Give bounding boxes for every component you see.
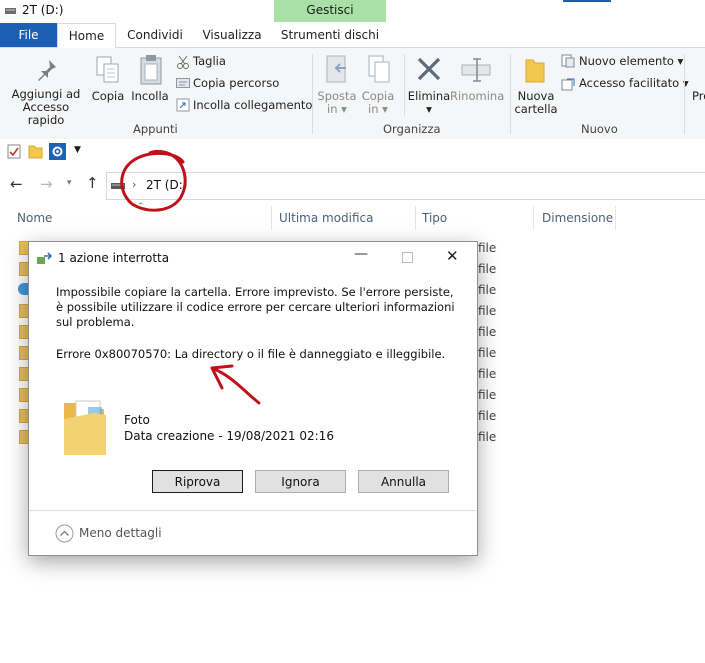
drive-address-icon: [111, 183, 125, 189]
copy-path-button[interactable]: Copia percorso: [193, 77, 279, 90]
properties-button[interactable]: Pro: [692, 90, 705, 103]
row-type: file: [478, 430, 497, 444]
drive-icon: [5, 8, 16, 14]
new-item-icon: [561, 54, 575, 68]
qat-customize-chevron-icon[interactable]: ▼: [74, 145, 81, 155]
ignore-button[interactable]: Ignora: [255, 470, 346, 493]
ribbon-separator: [312, 54, 313, 134]
column-modified[interactable]: Ultima modifica: [279, 211, 374, 225]
move-to-icon: [326, 55, 346, 83]
ribbon-tabs: File Home Condividi Visualizza Strumenti…: [0, 23, 705, 49]
recent-locations-chevron-icon[interactable]: ▾: [67, 178, 72, 188]
row-type: file: [478, 325, 497, 339]
ribbon-separator: [510, 54, 511, 134]
row-type: file: [478, 262, 497, 276]
item-name: Foto: [124, 413, 150, 427]
ribbon: Aggiungi ad Accesso rapido Copia Incolla …: [0, 48, 705, 140]
new-folder-button[interactable]: Nuova cartella: [512, 90, 560, 116]
quick-access-toolbar: ▼: [0, 139, 705, 165]
pin-quick-access-button[interactable]: Aggiungi ad Accesso rapido: [4, 88, 88, 127]
tab-file[interactable]: File: [0, 23, 57, 47]
context-tab-header: Gestisci: [274, 0, 386, 22]
copy-to-icon: [368, 55, 390, 83]
ribbon-separator: [404, 54, 405, 116]
row-type: file: [478, 283, 497, 297]
delete-icon: [417, 57, 441, 81]
gear-icon[interactable]: [49, 143, 66, 160]
sort-chevron-icon: ⌃: [137, 202, 145, 212]
row-type: file: [478, 241, 497, 255]
folder-large-icon: [64, 400, 106, 455]
item-date: Data creazione - 19/08/2021 02:16: [124, 429, 334, 443]
window-title: 2T (D:): [22, 3, 64, 17]
new-folder-icon: [525, 59, 545, 83]
row-type: file: [478, 409, 497, 423]
paste-button[interactable]: Incolla: [128, 90, 172, 103]
column-name[interactable]: Nome: [17, 211, 52, 225]
forward-arrow-icon[interactable]: →: [40, 175, 53, 193]
column-divider: [415, 206, 416, 230]
breadcrumb-chevron-icon[interactable]: ›: [132, 178, 136, 191]
column-divider: [533, 206, 534, 230]
close-icon[interactable]: ✕: [446, 247, 459, 265]
column-headers: Nome ⌃ Ultima modifica Tipo Dimensione: [0, 202, 705, 230]
copy-path-icon: [176, 78, 190, 88]
minimize-icon[interactable]: —: [354, 246, 368, 262]
up-arrow-icon[interactable]: ↑: [86, 174, 99, 192]
row-type: file: [478, 367, 497, 381]
properties-check-icon[interactable]: [7, 144, 21, 159]
group-label-organize: Organizza: [383, 122, 441, 136]
paste-shortcut-icon: [176, 98, 190, 112]
retry-button[interactable]: Riprova: [152, 470, 243, 493]
less-details-link[interactable]: Meno dettagli: [79, 526, 162, 540]
dialog-title: 1 azione interrotta: [58, 251, 170, 265]
row-type: file: [478, 346, 497, 360]
easy-access-button[interactable]: Accesso facilitato ▾: [579, 77, 689, 90]
tab-view[interactable]: Visualizza: [196, 23, 268, 47]
cut-button[interactable]: Taglia: [193, 55, 226, 68]
paste-shortcut-button[interactable]: Incolla collegamento: [193, 99, 312, 112]
column-divider: [615, 206, 616, 230]
rename-button[interactable]: Rinomina: [450, 90, 504, 103]
dialog-message: Impossibile copiare la cartella. Errore …: [56, 285, 455, 329]
back-arrow-icon[interactable]: ←: [10, 175, 23, 193]
column-size[interactable]: Dimensione: [542, 211, 613, 225]
new-item-button[interactable]: Nuovo elemento ▾: [579, 55, 683, 68]
row-type: file: [478, 388, 497, 402]
address-bar[interactable]: [106, 172, 705, 200]
copy-operation-icon: [37, 252, 53, 264]
copy-icon: [96, 56, 119, 83]
dialog-error-code: Errore 0x80070570: La directory o il fil…: [56, 347, 446, 361]
collapse-chevron-icon[interactable]: [55, 524, 74, 543]
maximize-icon[interactable]: [402, 252, 413, 263]
cancel-button[interactable]: Annulla: [358, 470, 449, 493]
rename-icon: [461, 58, 491, 82]
column-divider: [271, 206, 272, 230]
pin-icon: [38, 60, 56, 81]
breadcrumb-drive[interactable]: 2T (D:): [146, 178, 187, 192]
titlebar-accent: [563, 0, 611, 2]
column-type[interactable]: Tipo: [422, 211, 447, 225]
scissors-icon: [177, 55, 189, 69]
easy-access-icon: [561, 78, 575, 91]
ribbon-separator: [684, 54, 685, 134]
group-label-new: Nuovo: [581, 122, 618, 136]
row-type: file: [478, 304, 497, 318]
tab-drive-tools[interactable]: Strumenti dischi: [276, 23, 384, 47]
tab-share[interactable]: Condividi: [120, 23, 190, 47]
move-to-button[interactable]: Sposta in ▾: [314, 90, 360, 116]
delete-button[interactable]: Elimina ▾: [406, 90, 452, 116]
new-folder-small-icon[interactable]: [28, 144, 43, 159]
copy-to-button[interactable]: Copia in ▾: [356, 90, 400, 116]
group-label-clipboard: Appunti: [133, 122, 178, 136]
copy-button[interactable]: Copia: [88, 90, 128, 103]
paste-icon: [140, 55, 162, 85]
tab-home[interactable]: Home: [57, 23, 116, 49]
